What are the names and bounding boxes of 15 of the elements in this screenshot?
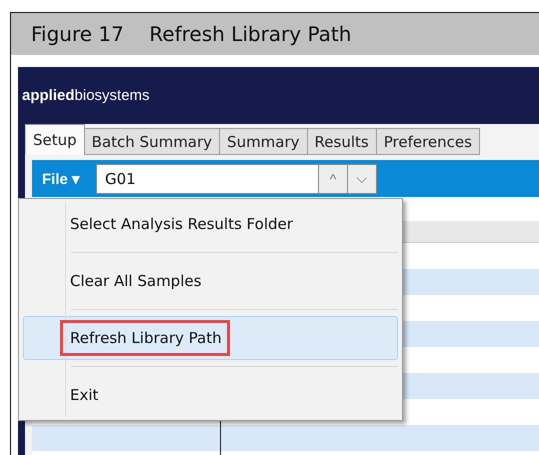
menu-item[interactable]: Exit bbox=[23, 373, 398, 417]
previous-button[interactable]: ^ bbox=[319, 164, 348, 194]
menu-item[interactable]: Refresh Library Path bbox=[23, 316, 398, 360]
next-button[interactable]: ⌵ bbox=[348, 164, 378, 194]
tab[interactable]: Results bbox=[308, 128, 377, 155]
figure-title: Figure 17 Refresh Library Path bbox=[31, 22, 352, 46]
menu-item[interactable]: Select Analysis Results Folder bbox=[23, 202, 398, 246]
file-menu-button[interactable]: File ▾ bbox=[40, 168, 82, 190]
logo-text: appliedbiosystems bbox=[22, 87, 150, 104]
tab[interactable]: Preferences bbox=[376, 128, 480, 155]
sample-field[interactable]: G01 bbox=[96, 164, 320, 194]
tab[interactable]: Summary bbox=[220, 128, 308, 155]
tab[interactable]: Batch Summary bbox=[84, 128, 220, 155]
tab[interactable]: Setup bbox=[25, 124, 85, 155]
menu-item[interactable]: Clear All Samples bbox=[23, 259, 398, 303]
